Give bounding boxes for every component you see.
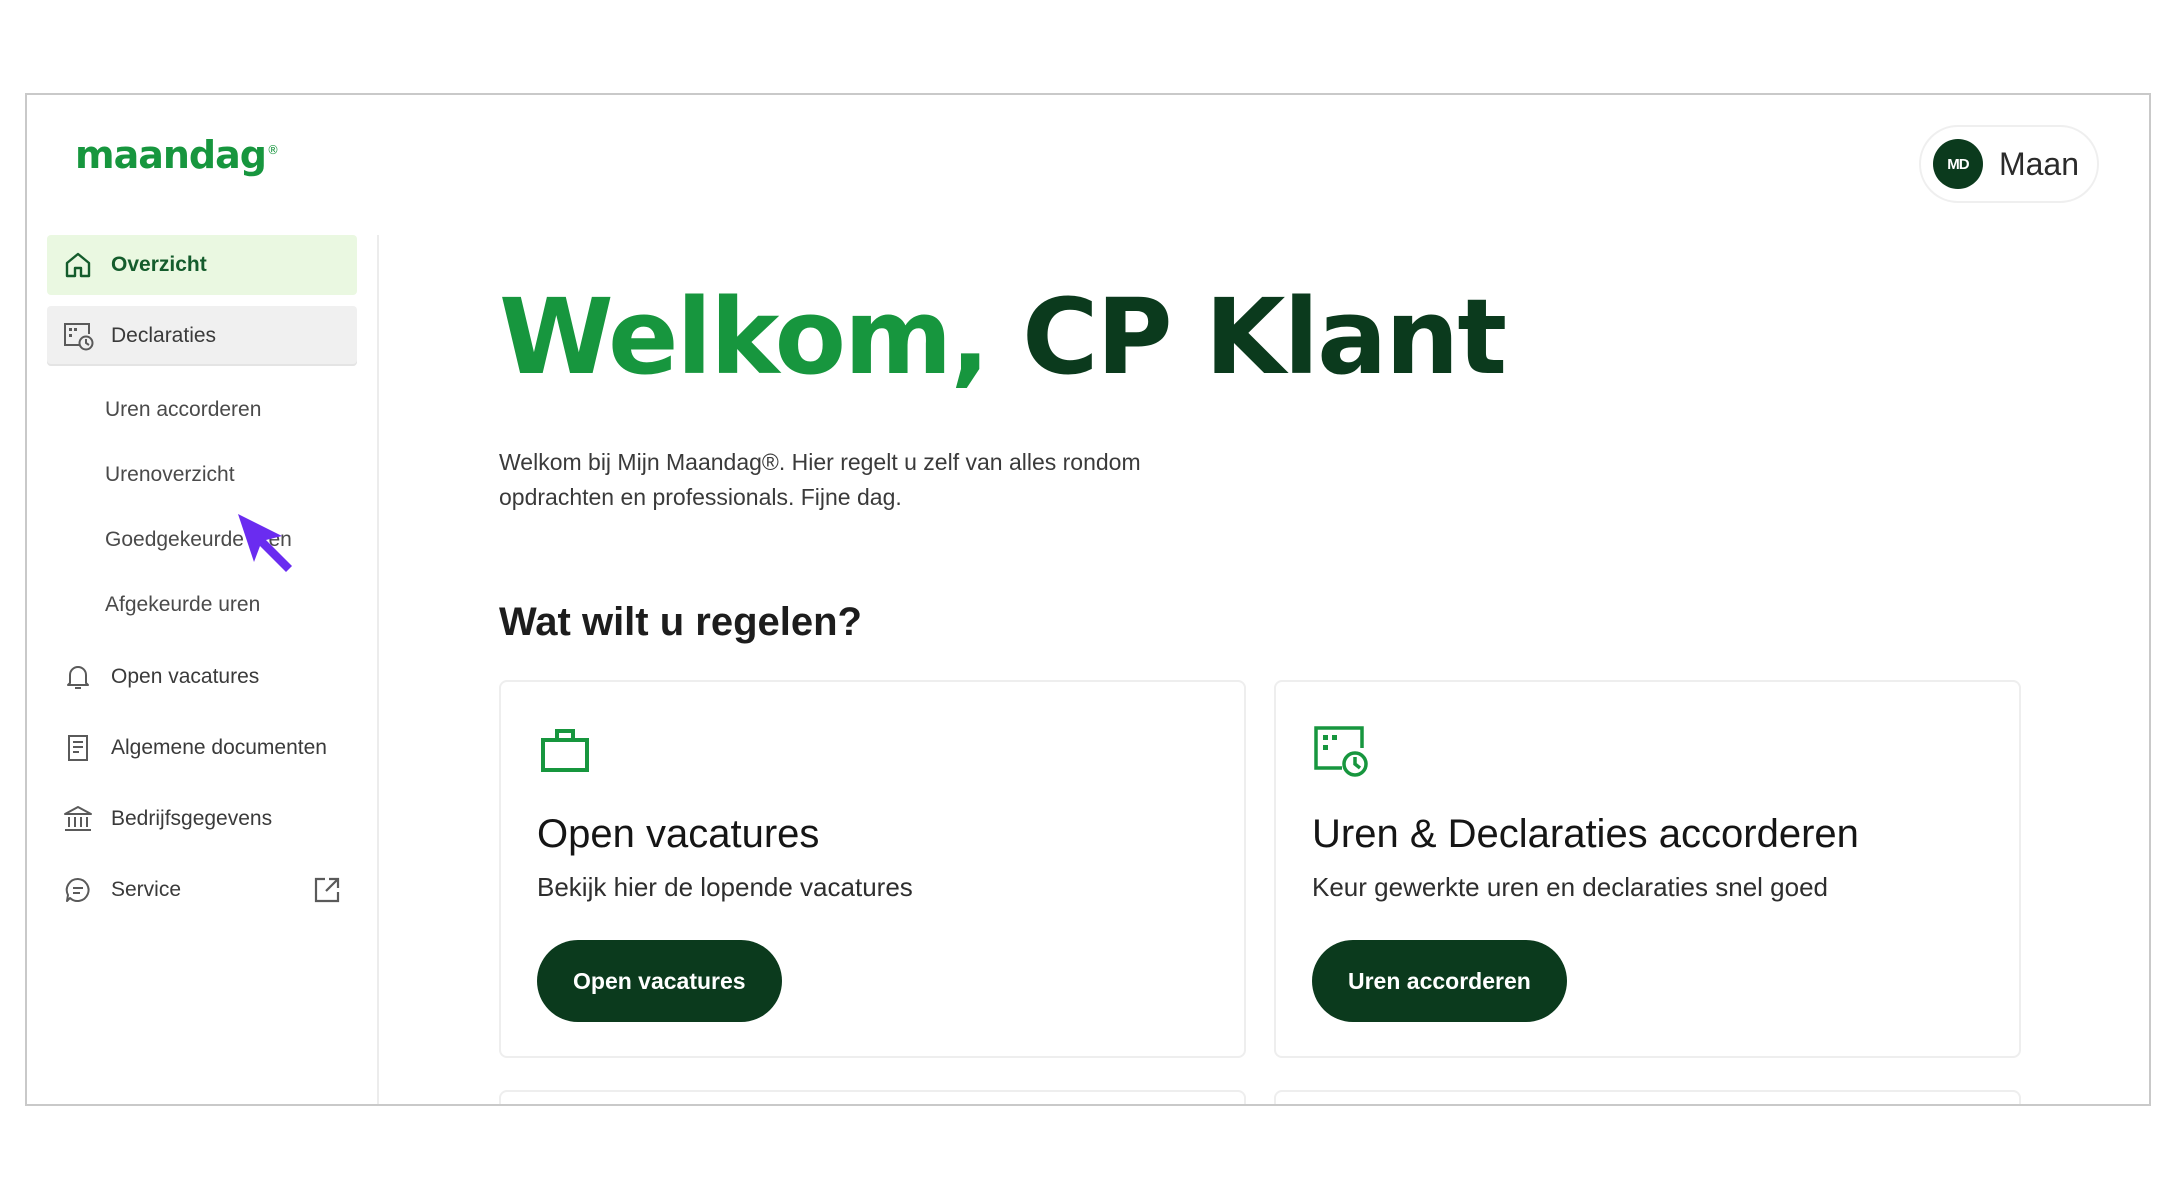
- submenu-item-afgekeurde-uren[interactable]: Afgekeurde uren: [47, 572, 377, 637]
- submenu-item-label: Urenoverzicht: [105, 462, 235, 486]
- card-open-vacatures: Open vacatures Bekijk hier de lopende va…: [499, 680, 1246, 1058]
- submenu-item-uren-accorderen[interactable]: Uren accorderen: [47, 377, 377, 442]
- uren-accorderen-button[interactable]: Uren accorderen: [1312, 940, 1567, 1022]
- welcome-name: CP Klant: [1022, 276, 1507, 398]
- welcome-greeting: Welkom,: [499, 276, 990, 398]
- sidebar-item-service[interactable]: Service: [47, 860, 357, 920]
- sidebar-item-label: Open vacatures: [111, 665, 260, 688]
- sidebar: Overzicht Declaraties Uren accorderen Ur…: [47, 235, 379, 1104]
- submenu-item-label: Afgekeurde uren: [105, 592, 261, 616]
- bell-icon: [61, 660, 95, 694]
- card-partial: [1274, 1090, 2021, 1104]
- section-title: Wat wilt u regelen?: [499, 600, 862, 644]
- sidebar-item-label: Overzicht: [111, 253, 207, 276]
- briefcase-icon: [537, 722, 595, 780]
- sidebar-item-label: Service: [111, 878, 182, 901]
- external-link-icon[interactable]: [311, 874, 343, 906]
- intro-line: opdrachten en professionals. Fijne dag.: [499, 484, 902, 510]
- intro-text: Welkom bij Mijn Maandag®. Hier regelt u …: [499, 445, 1219, 515]
- logo-text: maandag: [75, 133, 267, 177]
- sidebar-item-algemene-documenten[interactable]: Algemene documenten: [47, 718, 357, 778]
- bank-building-icon: [61, 802, 95, 836]
- submenu-item-label: Uren accorderen: [105, 397, 262, 421]
- logo-registered-mark: ®: [266, 143, 279, 158]
- declaraties-submenu: Uren accorderen Urenoverzicht Goedgekeur…: [47, 377, 377, 637]
- sidebar-item-label: Bedrijfsgegevens: [111, 807, 273, 830]
- sidebar-item-declaraties[interactable]: Declaraties: [47, 306, 357, 366]
- maandag-logo[interactable]: maandag®: [75, 133, 279, 177]
- main-content: Welkom, CP Klant Welkom bij Mijn Maandag…: [499, 95, 2149, 1104]
- sidebar-item-label: Declaraties: [111, 324, 217, 347]
- sidebar-item-open-vacatures[interactable]: Open vacatures: [47, 647, 357, 707]
- page-title: Welkom, CP Klant: [499, 285, 1507, 389]
- document-icon: [61, 731, 95, 765]
- browser-frame: maandag® MD Maan Overzicht Declaraties U…: [25, 93, 2151, 1106]
- declaration-clock-icon: [61, 319, 95, 353]
- open-vacatures-button[interactable]: Open vacatures: [537, 940, 782, 1022]
- sidebar-item-overzicht[interactable]: Overzicht: [47, 235, 357, 295]
- home-icon: [61, 248, 95, 282]
- submenu-item-urenoverzicht[interactable]: Urenoverzicht: [47, 442, 377, 507]
- card-uren-declaraties: Uren & Declaraties accorderen Keur gewer…: [1274, 680, 2021, 1058]
- sidebar-item-bedrijfsgegevens[interactable]: Bedrijfsgegevens: [47, 789, 357, 849]
- card-partial: [499, 1090, 1246, 1104]
- chat-icon: [61, 873, 95, 907]
- mouse-cursor-icon: [238, 514, 292, 572]
- card-title: Open vacatures: [537, 812, 820, 856]
- card-title: Uren & Declaraties accorderen: [1312, 812, 1859, 856]
- intro-line: Welkom bij Mijn Maandag®. Hier regelt u …: [499, 449, 1141, 475]
- sidebar-item-label: Algemene documenten: [111, 736, 327, 759]
- submenu-item-goedgekeurde-uren[interactable]: Goedgekeurde uren: [47, 507, 377, 572]
- declaration-clock-icon: [1312, 722, 1370, 780]
- card-description: Keur gewerkte uren en declaraties snel g…: [1312, 872, 1828, 902]
- card-description: Bekijk hier de lopende vacatures: [537, 872, 913, 902]
